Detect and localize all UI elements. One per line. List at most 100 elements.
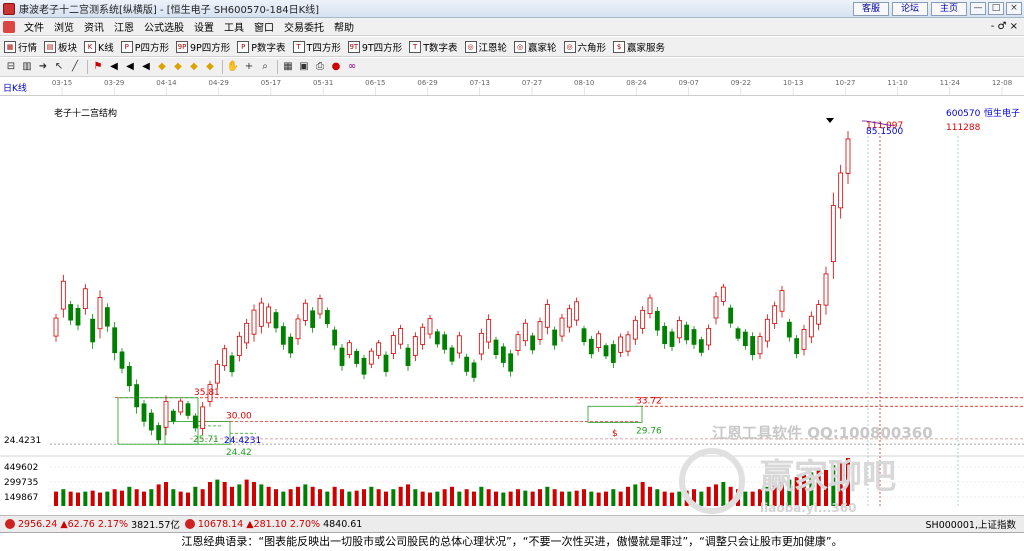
menu-window[interactable]: 窗口 [249, 19, 279, 34]
toolbar-button-label: 江恩轮 [478, 42, 508, 54]
plus-icon[interactable]: + [242, 60, 256, 74]
line-icon[interactable]: ╱ [68, 60, 82, 74]
candle-body [82, 288, 88, 310]
candle-body [258, 302, 264, 327]
toolbar-button-10[interactable]: ◎ 赢家轮 [514, 40, 557, 54]
toolbar-button-5[interactable]: P P数字表 [237, 40, 286, 54]
menu-file[interactable]: 文件 [19, 19, 49, 34]
diamond-icon[interactable]: ◆ [203, 60, 217, 74]
calendar-icon[interactable]: ▦ [281, 60, 295, 74]
triangle-icon[interactable]: ◀ [107, 60, 121, 74]
menu-gann[interactable]: 江恩 [109, 19, 139, 34]
candle-body [508, 353, 514, 372]
candle-body [654, 310, 660, 331]
toolbar-button-label: K线 [98, 42, 114, 54]
infinity-icon[interactable]: ∞ [345, 60, 359, 74]
cursor-icon[interactable]: ↖ [52, 60, 66, 74]
status-current-index[interactable]: SH000001,上证指数 [926, 517, 1024, 531]
homepage-link[interactable]: 主页 [930, 1, 967, 16]
maximize-button[interactable]: □ [988, 2, 1004, 15]
candle-body [808, 315, 814, 338]
menu-tools[interactable]: 工具 [219, 19, 249, 34]
candle-body [434, 331, 440, 345]
support-link[interactable]: 客服 [852, 1, 889, 16]
triangle-icon[interactable]: ◀ [139, 60, 153, 74]
print-icon[interactable]: ⎙ [313, 60, 327, 74]
candle-body [742, 331, 748, 346]
candle-body [295, 318, 301, 340]
mdi-window-controls[interactable]: - ♂ × [991, 21, 1024, 32]
menu-browse[interactable]: 浏览 [49, 19, 79, 34]
volume-bar [105, 491, 110, 506]
menu-settings[interactable]: 设置 [189, 19, 219, 34]
volume-bar [743, 491, 748, 506]
volume-bar [618, 491, 623, 506]
toolbar-button-11[interactable]: ◎ 六角形 [563, 40, 607, 54]
candle-body [192, 415, 198, 429]
candle-body [112, 327, 118, 354]
volume-bar [54, 491, 58, 506]
toolbar-button-1[interactable]: ▤ 板块 [44, 40, 77, 54]
toolbar-button-7[interactable]: 9T 9T四方形 [347, 40, 403, 54]
toolbar-button-9[interactable]: ◎ 江恩轮 [464, 40, 508, 54]
save-icon[interactable]: ▣ [297, 60, 311, 74]
volume-axis-label: 299735 [4, 478, 38, 488]
gann-wheel-icon: ◎ [464, 40, 477, 53]
arrow-icon[interactable]: ➜ [36, 60, 50, 74]
candle-body [779, 290, 785, 312]
toolbar-separator [277, 60, 278, 74]
diamond-icon[interactable]: ◆ [155, 60, 169, 74]
kline-chart-area[interactable]: 35.81 30.00 25.71 24.4231 24.42 33.72 29.76 111… [0, 96, 1024, 515]
toolbar-button-4[interactable]: 9P 9P四方形 [176, 40, 230, 54]
candle-body [376, 342, 382, 356]
hexagon-icon: ◎ [563, 40, 576, 53]
dollar-icon: $ [613, 40, 626, 53]
candle-body [816, 304, 822, 325]
toolbar-button-12[interactable]: $ 赢家服务 [613, 40, 665, 54]
toolbar-button-6[interactable]: T T四方形 [292, 40, 341, 54]
9p-square-icon: 9P [176, 40, 188, 53]
candle-body [229, 355, 235, 373]
candle-body [830, 205, 836, 263]
candle-body [324, 310, 330, 325]
forum-link[interactable]: 论坛 [891, 1, 928, 16]
flag-icon[interactable]: ⚑ [91, 60, 105, 74]
app-window: 康波老子十二宫测系统[纵横版] - [恒生电子 SH600570-184日K线]… [0, 0, 1024, 551]
toolbar-button-label: 9T四方形 [361, 42, 403, 54]
volume-bar [457, 491, 462, 506]
time-tick-label: 12-08 [992, 79, 1012, 87]
close-button[interactable]: × [1006, 2, 1022, 15]
menu-help[interactable]: 帮助 [329, 19, 359, 34]
sz-market-icon [184, 519, 195, 529]
minimize-button[interactable]: — [970, 2, 986, 15]
candle-body [126, 366, 132, 387]
zoom-icon[interactable]: ⌕ [258, 60, 272, 74]
volume-bar [706, 486, 711, 506]
menu-info[interactable]: 资讯 [79, 19, 109, 34]
grid-icon: ▦ [4, 40, 16, 53]
toolbar-button-0[interactable]: ▦ 行情 [4, 40, 37, 54]
frame-icon[interactable]: ⊟ [4, 60, 18, 74]
toolbar-button-2[interactable]: K K线 [84, 40, 114, 54]
volume-bar [604, 491, 608, 506]
toolbar-button-3[interactable]: P P四方形 [120, 40, 169, 54]
menu-bar: 文件 浏览 资讯 江恩 公式选股 设置 工具 窗口 交易委托 帮助 - ♂ × [0, 18, 1024, 36]
candle-body [566, 308, 572, 328]
toolbar-button-label: 六角形 [577, 42, 607, 54]
kline-icon: K [84, 40, 97, 53]
menu-formula[interactable]: 公式选股 [139, 19, 189, 34]
chart-icon[interactable]: ▥ [20, 60, 34, 74]
volume-bar [208, 482, 212, 506]
diamond-icon[interactable]: ◆ [187, 60, 201, 74]
diamond-icon[interactable]: ◆ [171, 60, 185, 74]
candle-body [420, 326, 426, 345]
triangle-icon[interactable]: ◀ [123, 60, 137, 74]
kline-chart[interactable]: 35.81 30.00 25.71 24.4231 24.42 33.72 29.76 111… [0, 96, 1024, 515]
hand-icon[interactable]: ✋ [226, 60, 240, 74]
color-icon[interactable]: ● [329, 60, 343, 74]
toolbar-button-8[interactable]: T T数字表 [409, 40, 458, 54]
volume-bar [230, 486, 234, 506]
volume-bar [178, 491, 183, 506]
sh-index-pct: 2.17% [97, 518, 129, 530]
menu-trade[interactable]: 交易委托 [279, 19, 329, 34]
